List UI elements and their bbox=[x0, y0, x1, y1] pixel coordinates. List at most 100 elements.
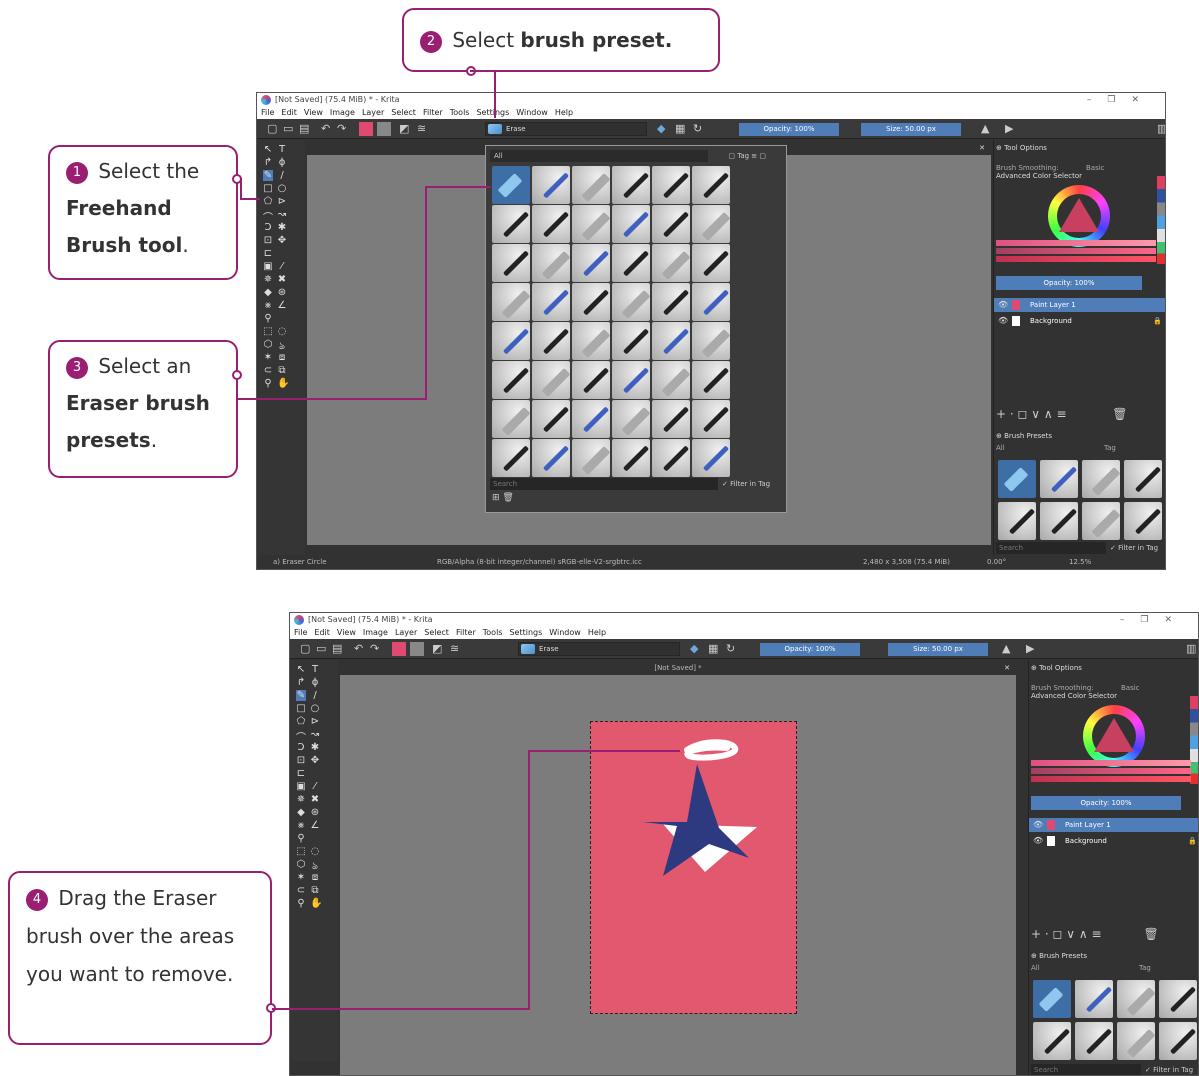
pattern-swatch[interactable] bbox=[377, 122, 391, 136]
color-triangle[interactable] bbox=[1059, 198, 1099, 232]
reload-preset-icon[interactable]: ↻ bbox=[693, 123, 702, 135]
menu-help[interactable]: Help bbox=[555, 108, 573, 117]
preset-brush[interactable] bbox=[1159, 980, 1197, 1018]
eye-icon[interactable]: 👁 bbox=[1033, 834, 1043, 848]
preset-brush[interactable] bbox=[612, 361, 650, 399]
lock-icon[interactable]: 🔒 bbox=[1153, 314, 1162, 328]
preset-brush[interactable] bbox=[572, 439, 610, 477]
colorize-mask-icon[interactable]: ✖ bbox=[277, 274, 287, 285]
crop-icon[interactable]: ⊏ bbox=[263, 248, 273, 259]
eye-icon[interactable]: 👁 bbox=[1033, 818, 1043, 832]
preset-brush[interactable] bbox=[652, 439, 690, 477]
menu-view[interactable]: View bbox=[337, 628, 356, 637]
color-swap-icon[interactable]: ◩ bbox=[432, 643, 442, 655]
reference-icon[interactable]: ∠ bbox=[310, 820, 320, 831]
preset-tag-combo[interactable]: All ▢ Tag ≡ ▢ bbox=[490, 150, 766, 162]
preset-brush[interactable] bbox=[612, 205, 650, 243]
reload-preset-icon[interactable]: ↻ bbox=[726, 643, 735, 655]
gradient-icon[interactable]: ▣ bbox=[296, 781, 306, 792]
preset-brush[interactable] bbox=[1082, 460, 1120, 498]
color-history-bar[interactable] bbox=[996, 248, 1156, 254]
close-tab-icon[interactable]: ✕ bbox=[979, 141, 985, 155]
preset-brush[interactable] bbox=[1075, 1022, 1113, 1060]
preset-brush[interactable] bbox=[532, 439, 570, 477]
preset-brush[interactable] bbox=[612, 244, 650, 282]
select-shapes-icon[interactable]: ↖ bbox=[296, 664, 306, 675]
eye-icon[interactable]: 👁 bbox=[998, 298, 1008, 312]
filter-in-tag-checkbox[interactable]: ✓ Filter in Tag bbox=[1110, 542, 1158, 554]
save-icon[interactable]: ▤ bbox=[299, 123, 309, 135]
crop-icon[interactable]: ⊏ bbox=[296, 768, 306, 779]
preset-brush[interactable] bbox=[652, 361, 690, 399]
menu-layer[interactable]: Layer bbox=[395, 628, 417, 637]
transform-icon[interactable]: ⊡ bbox=[263, 235, 273, 246]
layer-row-paint[interactable]: 👁 Paint Layer 1 bbox=[1029, 818, 1198, 832]
smart-patch-icon[interactable]: ✵ bbox=[296, 794, 306, 805]
menu-tools[interactable]: Tools bbox=[483, 628, 503, 637]
brush-presets-header[interactable]: ⊕ Brush Presets bbox=[1031, 950, 1198, 962]
preset-brush[interactable] bbox=[572, 322, 610, 360]
freehand-path-icon[interactable]: ↝ bbox=[277, 209, 287, 220]
preset-brush[interactable] bbox=[532, 166, 570, 204]
preset-eraser[interactable] bbox=[998, 460, 1036, 498]
workspace-icon[interactable]: ▥ bbox=[1186, 643, 1196, 655]
rectangle-icon[interactable]: □ bbox=[263, 183, 273, 194]
contiguous-select-icon[interactable]: ✶ bbox=[263, 352, 273, 363]
layer-opacity-slider[interactable]: Opacity: 100% bbox=[996, 276, 1142, 290]
preset-brush[interactable] bbox=[1040, 502, 1078, 540]
preset-brush[interactable] bbox=[612, 400, 650, 438]
menu-file[interactable]: File bbox=[294, 628, 307, 637]
preset-brush[interactable] bbox=[1082, 502, 1120, 540]
preset-brush[interactable] bbox=[652, 244, 690, 282]
layer-opacity-slider[interactable]: Opacity: 100% bbox=[1031, 796, 1181, 810]
ellipse-icon[interactable]: ○ bbox=[310, 703, 320, 714]
size-slider[interactable]: Size: 50.00 px bbox=[888, 643, 988, 656]
window-controls[interactable]: –❐✕ bbox=[1087, 93, 1155, 107]
preset-search-input[interactable]: Search bbox=[490, 478, 718, 490]
layer-row-background[interactable]: 👁 Background 🔒 bbox=[1029, 834, 1198, 848]
assistant-icon[interactable]: ⊛ bbox=[277, 287, 287, 298]
menu-filter[interactable]: Filter bbox=[456, 628, 476, 637]
close-tab-icon[interactable]: ✕ bbox=[1004, 661, 1010, 675]
colorize-mask-icon[interactable]: ✖ bbox=[310, 794, 320, 805]
preset-brush[interactable] bbox=[1117, 980, 1155, 1018]
preset-brush[interactable] bbox=[492, 244, 530, 282]
workspace-icon[interactable]: ▥ bbox=[1157, 123, 1165, 135]
menu-image[interactable]: Image bbox=[330, 108, 355, 117]
document-tab[interactable]: [Not Saved] * ✕ bbox=[340, 661, 1016, 675]
menu-layer[interactable]: Layer bbox=[362, 108, 384, 117]
color-triangle[interactable] bbox=[1094, 718, 1134, 752]
preset-brush[interactable] bbox=[532, 400, 570, 438]
rectangle-icon[interactable]: □ bbox=[296, 703, 306, 714]
color-history-bar[interactable] bbox=[996, 240, 1156, 246]
ellipse-icon[interactable]: ○ bbox=[277, 183, 287, 194]
wrap-icon[interactable]: ▶ bbox=[1005, 123, 1013, 135]
eraser-mode-icon[interactable]: ◆ bbox=[657, 123, 665, 135]
preset-brush[interactable] bbox=[572, 283, 610, 321]
gradient-swatch[interactable] bbox=[392, 642, 406, 656]
magnetic-select-icon[interactable]: ⧉ bbox=[277, 365, 287, 376]
alpha-lock-icon[interactable]: ▦ bbox=[708, 643, 718, 655]
preset-brush[interactable] bbox=[1124, 502, 1162, 540]
rect-select-icon[interactable]: ⬚ bbox=[263, 326, 273, 337]
brush-preset-combo[interactable]: Erase bbox=[518, 642, 680, 656]
tool-options-header[interactable]: ⊕ Tool Options bbox=[1031, 662, 1198, 674]
preset-brush[interactable] bbox=[652, 166, 690, 204]
transform-icon[interactable]: ⊡ bbox=[296, 755, 306, 766]
preset-actions[interactable]: ⊞ 🗑 bbox=[492, 492, 514, 504]
preset-eraser[interactable] bbox=[1033, 980, 1071, 1018]
zoom-icon[interactable]: ⚲ bbox=[263, 378, 273, 389]
preset-brush[interactable] bbox=[492, 205, 530, 243]
polygon-select-icon[interactable]: ⬡ bbox=[263, 339, 273, 350]
line-icon[interactable]: / bbox=[310, 690, 320, 701]
color-history-bar[interactable] bbox=[1031, 760, 1191, 766]
multibrush-icon[interactable]: ✱ bbox=[277, 222, 287, 233]
preset-brush[interactable] bbox=[572, 400, 610, 438]
color-picker-icon[interactable]: ⁄ bbox=[310, 781, 320, 792]
color-swap-icon[interactable]: ◩ bbox=[399, 123, 409, 135]
filter-in-tag-checkbox[interactable]: ✓ Filter in Tag bbox=[1145, 1064, 1193, 1075]
menu-select[interactable]: Select bbox=[424, 628, 449, 637]
menu-select[interactable]: Select bbox=[391, 108, 416, 117]
calligraphy-icon[interactable]: ɸ bbox=[310, 677, 320, 688]
ellipse-select-icon[interactable]: ◌ bbox=[277, 326, 287, 337]
